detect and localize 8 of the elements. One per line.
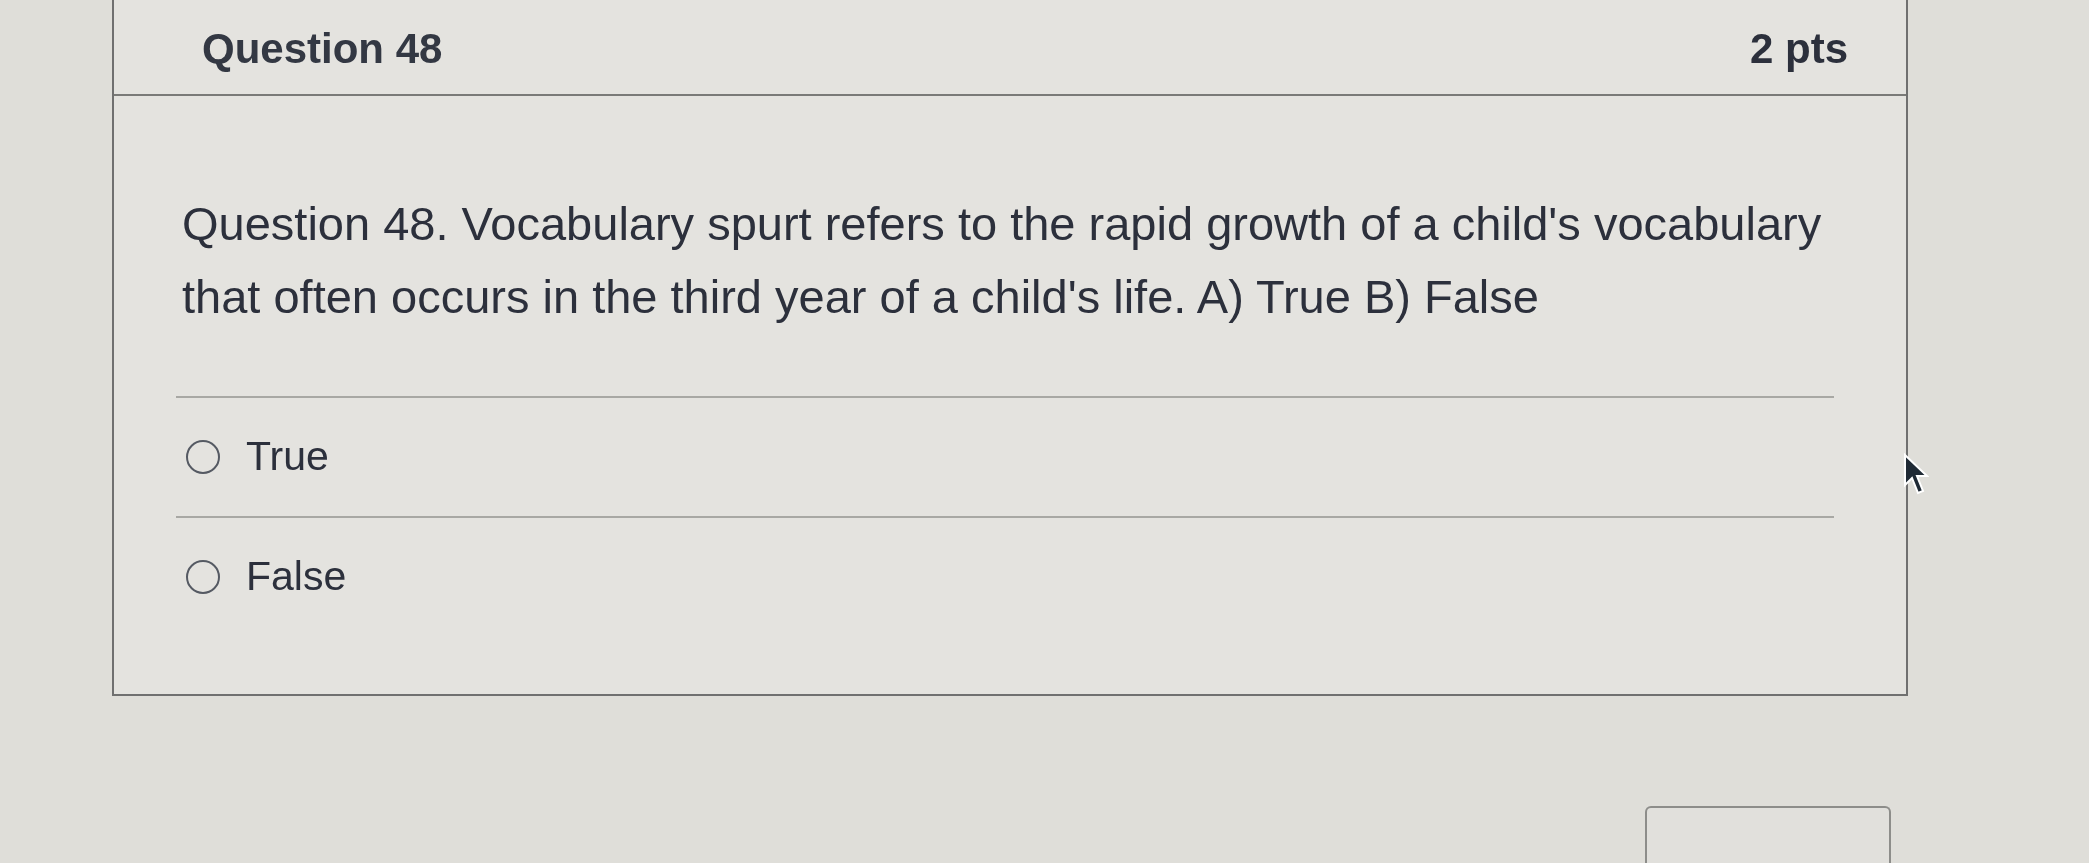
answer-label[interactable]: True bbox=[246, 432, 329, 482]
cursor-icon bbox=[1903, 453, 1929, 495]
radio-button[interactable] bbox=[186, 559, 220, 594]
answer-label[interactable]: False bbox=[246, 552, 347, 602]
question-text: Question 48. Vocabulary spurt refers to the rapid growth of a child's vocabulary that often occurs in the third year of a child's life. A) True B) False bbox=[182, 196, 1823, 325]
question-title: Question 48 bbox=[202, 25, 443, 72]
radio-button[interactable] bbox=[186, 439, 220, 474]
points-label: 2 pts bbox=[1749, 25, 1848, 72]
